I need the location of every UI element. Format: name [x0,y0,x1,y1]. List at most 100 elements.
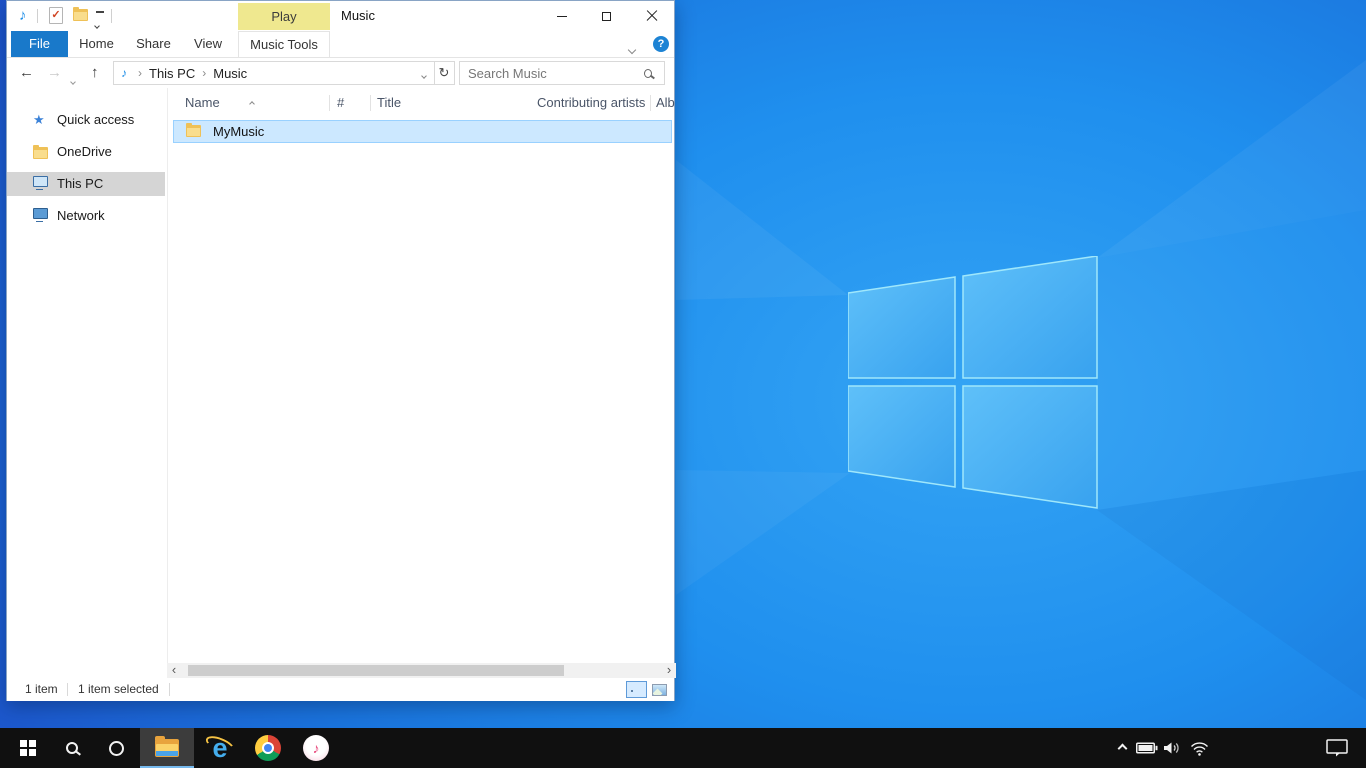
sidebar-item-quick-access[interactable]: ★ Quick access [7,108,165,132]
volume-tray-icon[interactable] [1160,728,1186,768]
windows-logo [848,256,1098,510]
close-icon [646,10,658,22]
internet-explorer-icon: e [206,734,234,762]
column-header-contributing-artists[interactable]: Contributing artists [537,88,645,118]
action-center-icon [1326,739,1348,757]
qat-separator [37,9,38,23]
computer-icon [33,176,48,187]
properties-button[interactable]: ✓ [49,7,63,24]
recent-locations-button[interactable] [71,71,75,89]
action-center-button[interactable] [1318,728,1356,768]
taskbar-search-button[interactable] [52,728,92,768]
sidebar-item-onedrive[interactable]: OneDrive [7,140,165,164]
chevron-up-icon [1117,743,1127,753]
horizontal-scrollbar[interactable]: ‹ › [167,663,676,678]
navigation-bar: ← → ↑ ♪ › This PC › Music ↻ [7,58,674,88]
minimize-button[interactable] [539,1,584,31]
qat-separator [111,9,112,23]
back-button[interactable]: ← [19,58,34,88]
scrollbar-thumb[interactable] [188,665,564,676]
cortana-button[interactable] [96,728,136,768]
taskbar-itunes-button[interactable]: ♪ [294,728,338,768]
chevron-down-icon [70,79,76,85]
column-separator[interactable] [650,95,651,111]
folder-icon [186,125,201,137]
column-separator[interactable] [370,95,371,111]
file-list: Name # Title Contributing artists Alb My… [167,88,674,663]
scroll-right-button[interactable]: › [662,663,676,678]
details-view-button[interactable] [626,681,647,698]
maximize-icon [602,12,611,21]
column-header-album[interactable]: Alb [656,88,675,118]
ribbon-tab-bar: File Home Share View Music Tools ? [7,31,674,58]
new-folder-button[interactable] [73,9,88,21]
start-button[interactable] [8,728,48,768]
file-row-mymusic[interactable]: MyMusic [173,120,672,143]
speaker-icon [1163,741,1183,755]
column-header-name[interactable]: Name [185,88,220,118]
chevron-down-icon [94,23,100,29]
itunes-icon: ♪ [303,735,329,761]
tab-share[interactable]: Share [125,31,182,57]
item-count: 1 item [25,678,58,701]
battery-tray-icon[interactable] [1134,728,1160,768]
battery-icon [1136,742,1158,754]
music-tools-group-header[interactable]: Play [238,3,330,30]
title-bar[interactable]: ♪ ✓ Play Music [7,1,674,31]
toolbar-bar-icon [96,11,104,13]
network-icon [33,208,48,219]
window-title: Music [341,1,375,31]
column-separator[interactable] [329,95,330,111]
search-icon [644,69,652,78]
selection-count: 1 item selected [78,678,159,701]
sort-ascending-icon [250,93,254,111]
forward-button[interactable]: → [47,58,62,88]
up-button[interactable]: ↑ [91,58,99,88]
sidebar-item-this-pc[interactable]: This PC [7,172,165,196]
chrome-icon [255,735,281,761]
search-input[interactable] [460,66,644,81]
scroll-left-button[interactable]: ‹ [167,663,181,678]
tab-file[interactable]: File [11,31,68,57]
navigation-pane: ★ Quick access OneDrive This PC Network [7,88,167,663]
refresh-button[interactable]: ↻ [434,61,455,85]
network-tray-icon[interactable] [1186,728,1212,768]
content-area: ★ Quick access OneDrive This PC Network … [7,88,674,663]
folder-icon [33,147,48,159]
maximize-button[interactable] [584,1,629,31]
column-header-number[interactable]: # [337,88,344,118]
taskbar: e ♪ [0,728,1366,768]
status-separator [67,683,68,696]
help-button[interactable]: ? [653,36,669,52]
file-name: MyMusic [213,121,264,142]
search-box[interactable] [459,61,665,85]
sidebar-item-label: Network [57,204,105,228]
music-note-icon: ♪ [19,6,27,26]
status-bar: 1 item 1 item selected [7,678,674,701]
tab-view[interactable]: View [182,31,234,57]
music-note-icon: ♪ [121,66,127,80]
taskbar-file-explorer-button[interactable] [140,728,194,768]
column-header-title[interactable]: Title [377,88,401,118]
star-icon: ★ [33,112,45,128]
taskbar-internet-explorer-button[interactable]: e [198,728,242,768]
tab-music-tools[interactable]: Music Tools [238,31,330,57]
file-explorer-icon [155,739,179,757]
customize-quick-access-toolbar-button[interactable] [95,11,105,33]
close-button[interactable] [629,1,674,31]
breadcrumb-music[interactable]: Music [213,66,247,81]
address-dropdown-button[interactable] [422,66,426,81]
wifi-icon [1190,741,1209,756]
breadcrumb-this-pc[interactable]: This PC [149,66,195,81]
address-bar[interactable]: ♪ › This PC › Music [113,61,435,85]
expand-ribbon-button[interactable] [629,40,635,58]
chevron-down-icon [628,46,636,54]
taskbar-chrome-button[interactable] [246,728,290,768]
sidebar-item-network[interactable]: Network [7,204,165,228]
sidebar-item-label: This PC [57,172,103,196]
show-hidden-icons-button[interactable] [1110,728,1134,768]
tab-home[interactable]: Home [68,31,125,57]
sidebar-item-label: OneDrive [57,140,112,164]
thumbnails-view-button[interactable] [649,681,670,698]
status-separator [169,683,170,696]
